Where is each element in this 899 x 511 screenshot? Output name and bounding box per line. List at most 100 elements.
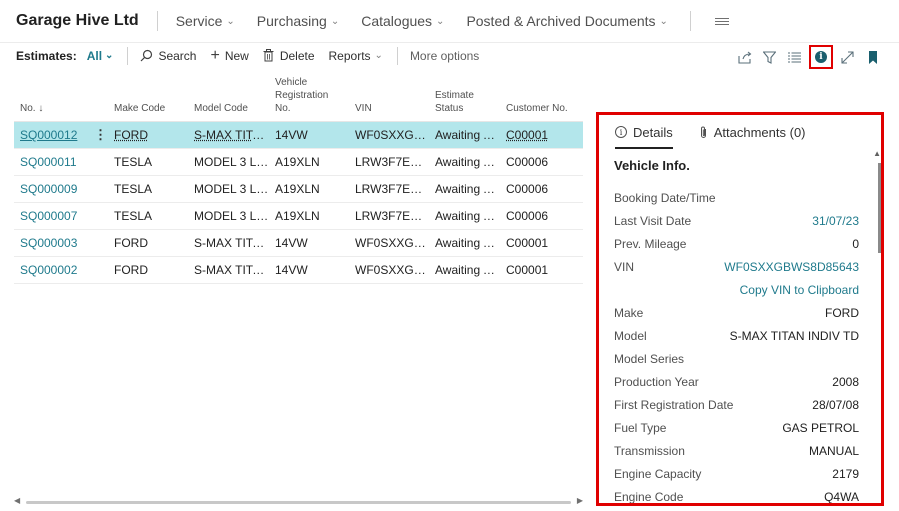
- nav-purchasing[interactable]: Purchasing ⌄: [257, 13, 339, 29]
- field-value: 28/07/08: [812, 397, 859, 412]
- make-cell[interactable]: TESLA: [108, 155, 188, 169]
- nav-posted-archived[interactable]: Posted & Archived Documents ⌄: [466, 13, 668, 29]
- company-name[interactable]: Garage Hive Ltd: [16, 12, 139, 30]
- make-cell[interactable]: TESLA: [108, 209, 188, 223]
- table-row[interactable]: SQ000003 FORD S-MAX TITAN... 14VW WF0SXX…: [14, 230, 583, 257]
- column-header-make[interactable]: Make Code: [108, 102, 188, 115]
- customer-cell[interactable]: C00001: [500, 128, 582, 142]
- bookmark-icon[interactable]: [860, 46, 885, 68]
- field-value: S-MAX TITAN INDIV TD: [729, 328, 859, 343]
- customer-cell[interactable]: C00006: [500, 155, 582, 169]
- scrollbar-thumb[interactable]: [26, 501, 571, 504]
- factbox-tabs: i Details Attachments (0): [599, 115, 881, 149]
- table-row[interactable]: SQ000011 TESLA MODEL 3 LO... A19XLN LRW3…: [14, 149, 583, 176]
- vin-cell[interactable]: LRW3F7EB5...: [349, 182, 429, 196]
- view-filter-dropdown[interactable]: All ⌄: [87, 49, 114, 63]
- expand-icon[interactable]: [835, 46, 860, 68]
- estimate-no-link[interactable]: SQ000002: [14, 263, 108, 277]
- model-cell[interactable]: S-MAX TITAN...: [188, 263, 269, 277]
- factbox-toggle-button[interactable]: i: [809, 45, 833, 69]
- status-cell[interactable]: Awaiting A...: [429, 236, 500, 250]
- nav-catalogues[interactable]: Catalogues ⌄: [361, 13, 444, 29]
- tab-attachments[interactable]: Attachments (0): [699, 115, 806, 149]
- scroll-up-icon[interactable]: ▲: [873, 149, 881, 158]
- make-cell[interactable]: FORD: [108, 236, 188, 250]
- vin-cell[interactable]: WF0SXXGBW...: [349, 128, 429, 142]
- vin-cell[interactable]: LRW3F7EB5...: [349, 209, 429, 223]
- more-actions-icon[interactable]: ⋮: [94, 127, 107, 143]
- new-button[interactable]: + New: [210, 47, 248, 65]
- model-cell[interactable]: S-MAX TITAN...: [188, 128, 269, 142]
- model-cell[interactable]: S-MAX TITAN...: [188, 236, 269, 250]
- table-row[interactable]: SQ000007 TESLA MODEL 3 LO... A19XLN LRW3…: [14, 203, 583, 230]
- reports-menu[interactable]: Reports ⌄: [329, 49, 383, 63]
- column-header-no[interactable]: No. ↓: [14, 102, 108, 115]
- copy-vin-button[interactable]: Copy VIN to Clipboard: [740, 283, 859, 297]
- field-label: Prev. Mileage: [614, 236, 687, 251]
- customer-cell[interactable]: C00006: [500, 182, 582, 196]
- customer-cell[interactable]: C00001: [500, 263, 582, 277]
- status-cell[interactable]: Awaiting A...: [429, 128, 500, 142]
- vertical-scrollbar-thumb[interactable]: [878, 163, 881, 253]
- registration-cell[interactable]: A19XLN: [269, 209, 349, 223]
- registration-cell[interactable]: A19XLN: [269, 182, 349, 196]
- table-row[interactable]: SQ000009 TESLA MODEL 3 LO... A19XLN LRW3…: [14, 176, 583, 203]
- model-cell[interactable]: MODEL 3 LO...: [188, 155, 269, 169]
- field-model: Model S-MAX TITAN INDIV TD: [599, 324, 881, 347]
- field-production-year: Production Year 2008: [599, 370, 881, 393]
- status-cell[interactable]: Awaiting A...: [429, 263, 500, 277]
- column-header-status[interactable]: Estimate Status: [429, 89, 500, 115]
- vin-cell[interactable]: WF0SXXGBW...: [349, 263, 429, 277]
- filter-icon[interactable]: [757, 46, 782, 68]
- registration-cell[interactable]: 14VW: [269, 236, 349, 250]
- list-view-icon[interactable]: [782, 46, 807, 68]
- nav-service[interactable]: Service ⌄: [176, 13, 235, 29]
- registration-cell[interactable]: 14VW: [269, 128, 349, 142]
- tab-details[interactable]: i Details: [615, 115, 673, 149]
- action-bar: Estimates: All ⌄ Search + New Delete Repo…: [0, 42, 899, 69]
- column-header-registration[interactable]: Vehicle Registration No.: [269, 76, 349, 115]
- chevron-down-icon: ⌄: [105, 50, 114, 61]
- field-model-series: Model Series: [599, 347, 881, 370]
- scroll-left-icon[interactable]: ◀: [14, 496, 20, 505]
- vin-cell[interactable]: WF0SXXGBW...: [349, 236, 429, 250]
- customer-cell[interactable]: C00001: [500, 236, 582, 250]
- more-options-button[interactable]: More options: [410, 49, 479, 63]
- field-label: Booking Date/Time: [614, 190, 716, 205]
- table-row[interactable]: SQ000002 FORD S-MAX TITAN... 14VW WF0SXX…: [14, 257, 583, 284]
- hamburger-menu-icon[interactable]: [714, 17, 729, 25]
- status-cell[interactable]: Awaiting A...: [429, 182, 500, 196]
- status-cell[interactable]: Awaiting A...: [429, 209, 500, 223]
- field-value: FORD: [825, 305, 859, 320]
- estimate-no-link[interactable]: SQ000003: [14, 236, 108, 250]
- make-cell[interactable]: FORD: [108, 263, 188, 277]
- customer-cell[interactable]: C00006: [500, 209, 582, 223]
- status-cell[interactable]: Awaiting A...: [429, 155, 500, 169]
- column-header-model[interactable]: Model Code: [188, 102, 269, 115]
- last-visit-date-link[interactable]: 31/07/23: [812, 214, 859, 228]
- make-cell[interactable]: TESLA: [108, 182, 188, 196]
- estimate-no-link[interactable]: SQ000009: [14, 182, 108, 196]
- vin-link[interactable]: WF0SXXGBWS8D85643: [724, 260, 859, 274]
- registration-cell[interactable]: 14VW: [269, 263, 349, 277]
- model-cell[interactable]: MODEL 3 LO...: [188, 209, 269, 223]
- vin-cell[interactable]: LRW3F7EB5...: [349, 155, 429, 169]
- column-header-vin[interactable]: VIN: [349, 102, 429, 115]
- registration-cell[interactable]: A19XLN: [269, 155, 349, 169]
- share-icon[interactable]: [732, 46, 757, 68]
- make-cell[interactable]: FORD: [108, 128, 188, 142]
- field-transmission: Transmission MANUAL: [599, 439, 881, 462]
- vehicle-info-fields: Booking Date/Time Last Visit Date 31/07/2…: [599, 186, 881, 504]
- info-icon: i: [615, 126, 627, 138]
- estimate-no-link[interactable]: SQ000011: [14, 155, 108, 169]
- field-engine-capacity: Engine Capacity 2179: [599, 462, 881, 485]
- table-row[interactable]: SQ000012 ⋮ FORD S-MAX TITAN... 14VW WF0S…: [14, 122, 583, 149]
- column-header-customer[interactable]: Customer No.: [500, 102, 582, 115]
- search-button[interactable]: Search: [140, 49, 196, 63]
- model-cell[interactable]: MODEL 3 LO...: [188, 182, 269, 196]
- horizontal-scrollbar[interactable]: ◀ ▶: [14, 496, 583, 506]
- delete-button[interactable]: Delete: [263, 49, 315, 63]
- estimate-no-link[interactable]: SQ000007: [14, 209, 108, 223]
- scroll-right-icon[interactable]: ▶: [577, 496, 583, 505]
- estimates-list: No. ↓ Make Code Model Code Vehicle Regis…: [14, 74, 583, 284]
